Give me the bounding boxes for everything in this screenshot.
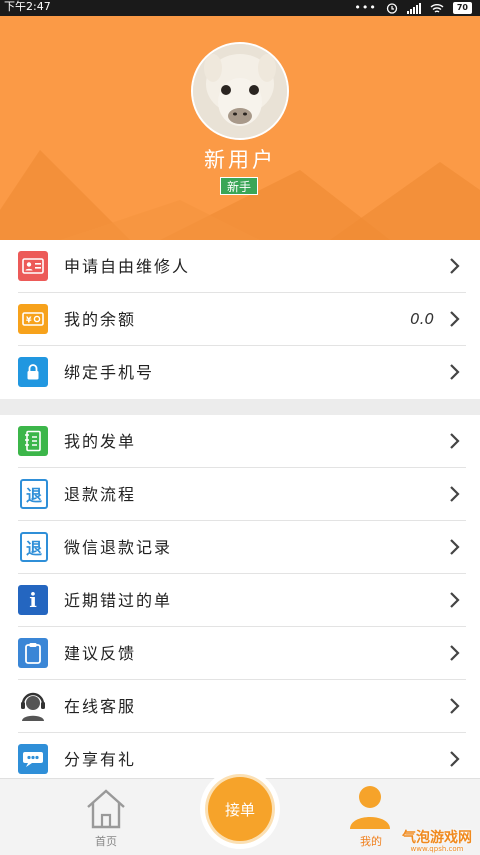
chevron-right-icon bbox=[450, 592, 460, 608]
menu-item-label: 建议反馈 bbox=[64, 644, 137, 663]
wifi-icon bbox=[430, 3, 444, 13]
menu-item-feedback[interactable]: 建议反馈 bbox=[0, 627, 480, 680]
chevron-right-icon bbox=[450, 751, 460, 767]
chevron-right-icon bbox=[450, 364, 460, 380]
status-bar: 下午2:47 ••• 70 bbox=[0, 0, 480, 16]
info-icon: i bbox=[18, 585, 48, 615]
menu-item-label: 我的余额 bbox=[64, 310, 137, 329]
tab-home[interactable]: 首页 bbox=[80, 785, 132, 849]
tab-accept-order[interactable]: 接单 bbox=[200, 769, 280, 849]
home-icon bbox=[87, 789, 125, 829]
level-badge: 新手 bbox=[220, 177, 258, 195]
menu-item-wechat-refund-record[interactable]: 退 微信退款记录 bbox=[0, 521, 480, 574]
share-icon bbox=[18, 744, 48, 774]
svg-text:¥: ¥ bbox=[26, 316, 32, 325]
menu-item-label: 退款流程 bbox=[64, 485, 137, 504]
chevron-right-icon bbox=[450, 539, 460, 555]
menu-item-apply-repairer[interactable]: 申请自由维修人 bbox=[0, 240, 480, 293]
status-time: 下午2:47 bbox=[4, 0, 51, 13]
bottom-tab-bar: 首页 接单 我的 气泡游戏网 www.qpsh.com bbox=[0, 769, 480, 855]
balance-value: 0.0 bbox=[410, 310, 434, 328]
battery-icon: 70 bbox=[452, 2, 472, 14]
menu-item-label: 在线客服 bbox=[64, 697, 137, 716]
menu-group-account: 申请自由维修人 ¥ 我的余额 0.0 绑定手机号 bbox=[0, 240, 480, 399]
tab-me[interactable]: 我的 bbox=[346, 783, 406, 851]
clipboard-icon bbox=[18, 638, 48, 668]
notebook-icon bbox=[18, 426, 48, 456]
chevron-right-icon bbox=[450, 258, 460, 274]
accept-order-button[interactable]: 接单 bbox=[208, 777, 272, 841]
profile-header: 新用户 新手 bbox=[0, 16, 480, 240]
menu-item-label: 微信退款记录 bbox=[64, 538, 173, 557]
chevron-right-icon bbox=[450, 433, 460, 449]
avatar[interactable] bbox=[191, 42, 289, 140]
menu-item-bind-phone[interactable]: 绑定手机号 bbox=[0, 346, 480, 399]
watermark-logo: 气泡游戏网 www.qpsh.com bbox=[402, 830, 472, 853]
refund-record-icon: 退 bbox=[20, 532, 48, 562]
wallet-icon: ¥ bbox=[18, 304, 48, 334]
menu-item-label: 我的发单 bbox=[64, 432, 137, 451]
menu-item-label: 近期错过的单 bbox=[64, 591, 173, 610]
chevron-right-icon bbox=[450, 311, 460, 327]
username: 新用户 bbox=[204, 148, 276, 172]
id-card-icon bbox=[18, 251, 48, 281]
menu-item-missed-orders[interactable]: i 近期错过的单 bbox=[0, 574, 480, 627]
person-icon bbox=[350, 786, 390, 829]
alpaca-avatar-image bbox=[193, 44, 287, 138]
tab-label: 首页 bbox=[95, 835, 117, 848]
notification-dots: ••• bbox=[354, 1, 377, 14]
menu-item-label: 申请自由维修人 bbox=[64, 257, 191, 276]
menu-item-label: 绑定手机号 bbox=[64, 363, 155, 382]
menu-item-balance[interactable]: ¥ 我的余额 0.0 bbox=[0, 293, 480, 346]
tab-label: 我的 bbox=[360, 835, 382, 848]
headset-icon bbox=[18, 691, 48, 721]
menu-item-my-orders[interactable]: 我的发单 bbox=[0, 415, 480, 468]
lock-icon bbox=[18, 357, 48, 387]
refund-icon: 退 bbox=[20, 479, 48, 509]
signal-icon bbox=[406, 2, 421, 14]
alarm-icon bbox=[386, 3, 398, 14]
menu-item-online-service[interactable]: 在线客服 bbox=[0, 680, 480, 733]
chevron-right-icon bbox=[450, 486, 460, 502]
menu-item-refund-process[interactable]: 退 退款流程 bbox=[0, 468, 480, 521]
chevron-right-icon bbox=[450, 645, 460, 661]
chevron-right-icon bbox=[450, 698, 460, 714]
status-icons: ••• 70 bbox=[354, 1, 472, 15]
menu-group-orders: 我的发单 退 退款流程 退 微信退款记录 i 近期错过的单 建议反馈 在线客服 bbox=[0, 415, 480, 786]
